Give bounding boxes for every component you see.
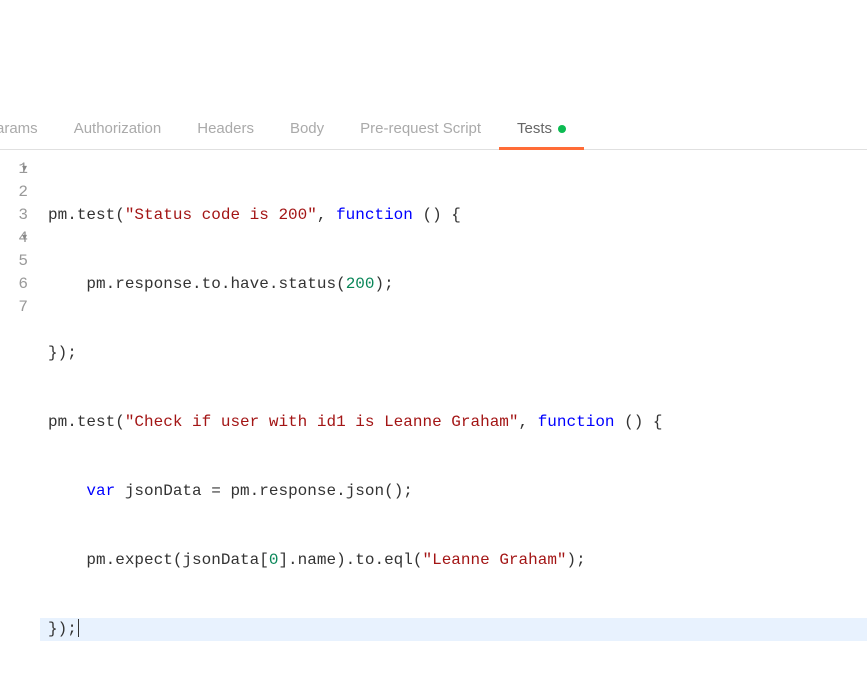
- tab-body-label: Body: [290, 120, 324, 137]
- line-gutter: 1 2 3 4 5 6 7: [0, 158, 40, 687]
- code-line-4[interactable]: pm.test("Check if user with id1 is Leann…: [40, 411, 867, 434]
- tab-headers[interactable]: Headers: [179, 108, 272, 149]
- tab-prerequest-script[interactable]: Pre-request Script: [342, 108, 499, 149]
- gutter-line-5: 5: [0, 250, 36, 273]
- code-content[interactable]: pm.test("Status code is 200", function (…: [40, 158, 867, 687]
- tab-authorization-label: Authorization: [74, 120, 162, 137]
- code-line-2[interactable]: pm.response.to.have.status(200);: [40, 273, 867, 296]
- gutter-line-3: 3: [0, 204, 36, 227]
- gutter-line-7: 7: [0, 296, 36, 319]
- code-line-5[interactable]: var jsonData = pm.response.json();: [40, 480, 867, 503]
- gutter-line-1: 1: [0, 158, 36, 181]
- tests-indicator-dot-icon: [558, 125, 566, 133]
- top-whitespace: [0, 0, 867, 108]
- tab-params-label: arams: [0, 120, 38, 137]
- code-line-1[interactable]: pm.test("Status code is 200", function (…: [40, 204, 867, 227]
- text-cursor-icon: [78, 619, 79, 637]
- code-line-6[interactable]: pm.expect(jsonData[0].name).to.eql("Lean…: [40, 549, 867, 572]
- code-line-3[interactable]: });: [40, 342, 867, 365]
- code-line-7[interactable]: });: [40, 618, 867, 641]
- request-tabs: arams Authorization Headers Body Pre-req…: [0, 108, 867, 150]
- tab-body[interactable]: Body: [272, 108, 342, 149]
- tab-authorization[interactable]: Authorization: [56, 108, 180, 149]
- tab-tests[interactable]: Tests: [499, 108, 584, 149]
- gutter-line-2: 2: [0, 181, 36, 204]
- gutter-line-6: 6: [0, 273, 36, 296]
- tab-tests-label: Tests: [517, 120, 552, 137]
- tab-headers-label: Headers: [197, 120, 254, 137]
- code-editor[interactable]: 1 2 3 4 5 6 7 pm.test("Status code is 20…: [0, 150, 867, 687]
- tab-params[interactable]: arams: [0, 108, 56, 149]
- gutter-line-4: 4: [0, 227, 36, 250]
- tab-prerequest-label: Pre-request Script: [360, 120, 481, 137]
